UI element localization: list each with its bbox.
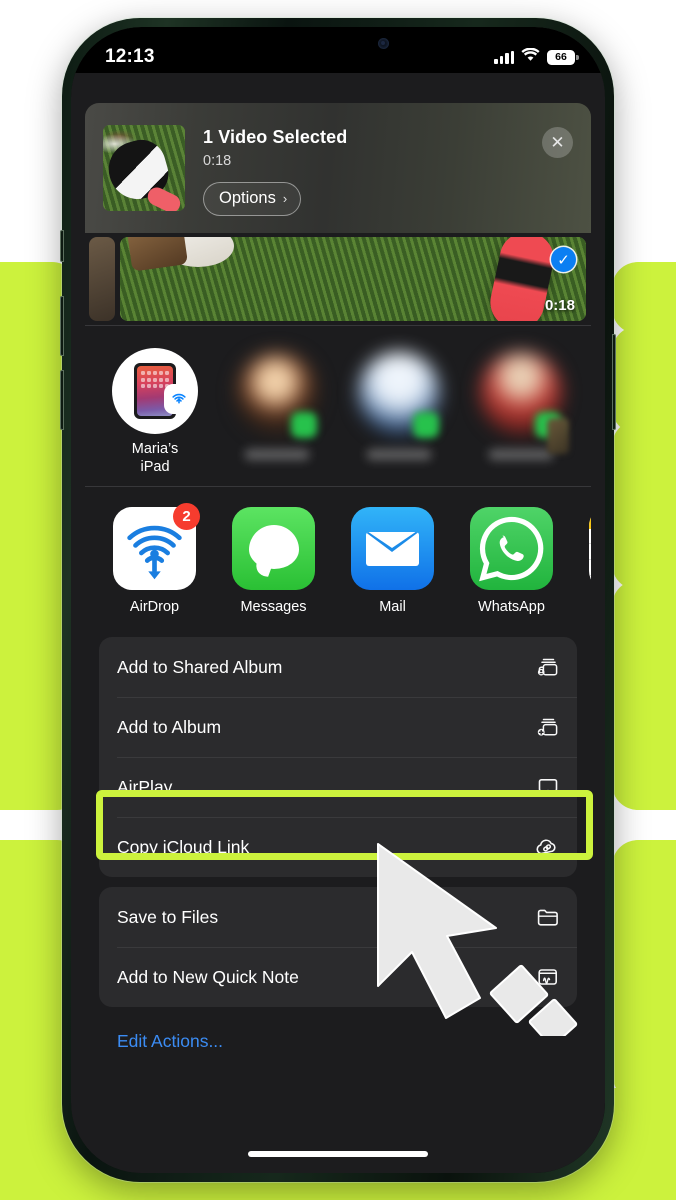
action-row-label: Add to New Quick Note: [117, 966, 299, 987]
share-sheet-subtitle: 0:18: [203, 153, 232, 169]
notch: [253, 27, 423, 59]
screenshot-stage: 12:13 66 1 Video Selected 0:18 Options ›…: [0, 0, 676, 1200]
action-row-airplay[interactable]: AirPlay: [99, 757, 577, 817]
photo-strip[interactable]: ✓ 0:18: [85, 233, 591, 325]
airdrop-target-label-line1: Maria’s: [131, 441, 179, 457]
share-sheet-title: 1 Video Selected: [203, 127, 348, 147]
options-button[interactable]: Options ›: [203, 182, 302, 216]
action-row-label: Save to Files: [117, 906, 219, 927]
contact-suggestion-blurred[interactable]: [473, 348, 569, 466]
share-app-whatsapp[interactable]: WhatsApp: [464, 507, 559, 615]
decorative-blob: [612, 262, 676, 334]
decorative-blob: [612, 420, 676, 590]
mail-icon: [351, 507, 434, 590]
action-row-label: AirPlay: [117, 776, 173, 797]
share-app-messages[interactable]: Messages: [226, 507, 321, 615]
share-app-airdrop[interactable]: 2 AirDrop: [107, 503, 202, 615]
arrow-cursor-icon: [368, 836, 598, 1048]
messages-icon: [232, 507, 315, 590]
photo-strip-item-selected[interactable]: ✓ 0:18: [120, 237, 586, 321]
add-to-album-icon: [533, 714, 561, 740]
status-bar-clock: 12:13: [105, 46, 155, 67]
share-app-mail[interactable]: Mail: [345, 507, 440, 615]
action-row-add-to-album[interactable]: Add to Album: [99, 697, 577, 757]
home-indicator[interactable]: [248, 1151, 428, 1157]
decorative-blob: [612, 580, 676, 810]
share-app-label: Mail: [379, 599, 406, 615]
contact-suggestion-blurred[interactable]: [351, 348, 447, 466]
decorative-blob: [612, 326, 676, 434]
video-duration-label: 0:18: [544, 297, 575, 314]
airdrop-target-label: Maria’s iPad: [107, 441, 203, 476]
airdrop-badge-icon: [164, 384, 194, 414]
power-button[interactable]: [612, 334, 616, 430]
notes-icon: [589, 507, 591, 590]
decorative-blob: [612, 840, 676, 1100]
share-apps-row[interactable]: 2 AirDrop Messages Mail WhatsApp: [85, 487, 591, 627]
chevron-right-icon: ›: [282, 191, 288, 206]
volume-up-button[interactable]: [60, 296, 64, 356]
options-button-label: Options: [219, 189, 276, 207]
share-sheet-meta: 1 Video Selected 0:18 Options ›: [203, 125, 573, 233]
wifi-icon: [521, 47, 540, 67]
share-app-notes[interactable]: [583, 507, 591, 599]
action-row-label: Copy iCloud Link: [117, 836, 250, 857]
shared-album-icon: [533, 654, 561, 680]
share-app-label: AirDrop: [129, 599, 180, 615]
silent-switch[interactable]: [60, 230, 64, 262]
airdrop-target-label-line2: iPad: [140, 458, 170, 475]
battery-icon: 66: [547, 49, 579, 65]
whatsapp-icon: [470, 507, 553, 590]
action-row-add-to-shared-album[interactable]: Add to Shared Album: [99, 637, 577, 697]
volume-down-button[interactable]: [60, 370, 64, 430]
share-app-label: WhatsApp: [478, 599, 545, 615]
share-sheet-header: 1 Video Selected 0:18 Options › ✕: [85, 103, 591, 233]
photo-strip-item-prev[interactable]: [89, 237, 115, 321]
action-row-label: Add to Shared Album: [117, 656, 283, 677]
airdrop-notification-badge: 2: [173, 503, 200, 530]
share-app-label: Messages: [240, 599, 307, 615]
airplay-icon: [533, 774, 561, 800]
status-bar-indicators: 66: [494, 47, 579, 67]
avatar: [112, 348, 198, 434]
action-row-label: Add to Album: [117, 716, 222, 737]
video-thumbnail[interactable]: [103, 125, 185, 211]
airdrop-target-marias-ipad[interactable]: Maria’s iPad: [107, 348, 203, 476]
cellular-bars-icon: [494, 50, 514, 64]
airdrop-targets-row[interactable]: Maria’s iPad: [85, 326, 591, 486]
selection-check-icon[interactable]: ✓: [551, 247, 576, 272]
front-camera-icon: [378, 38, 389, 49]
battery-percent: 66: [555, 50, 567, 63]
close-icon[interactable]: ✕: [542, 127, 573, 158]
contact-suggestion-blurred[interactable]: [229, 348, 325, 466]
